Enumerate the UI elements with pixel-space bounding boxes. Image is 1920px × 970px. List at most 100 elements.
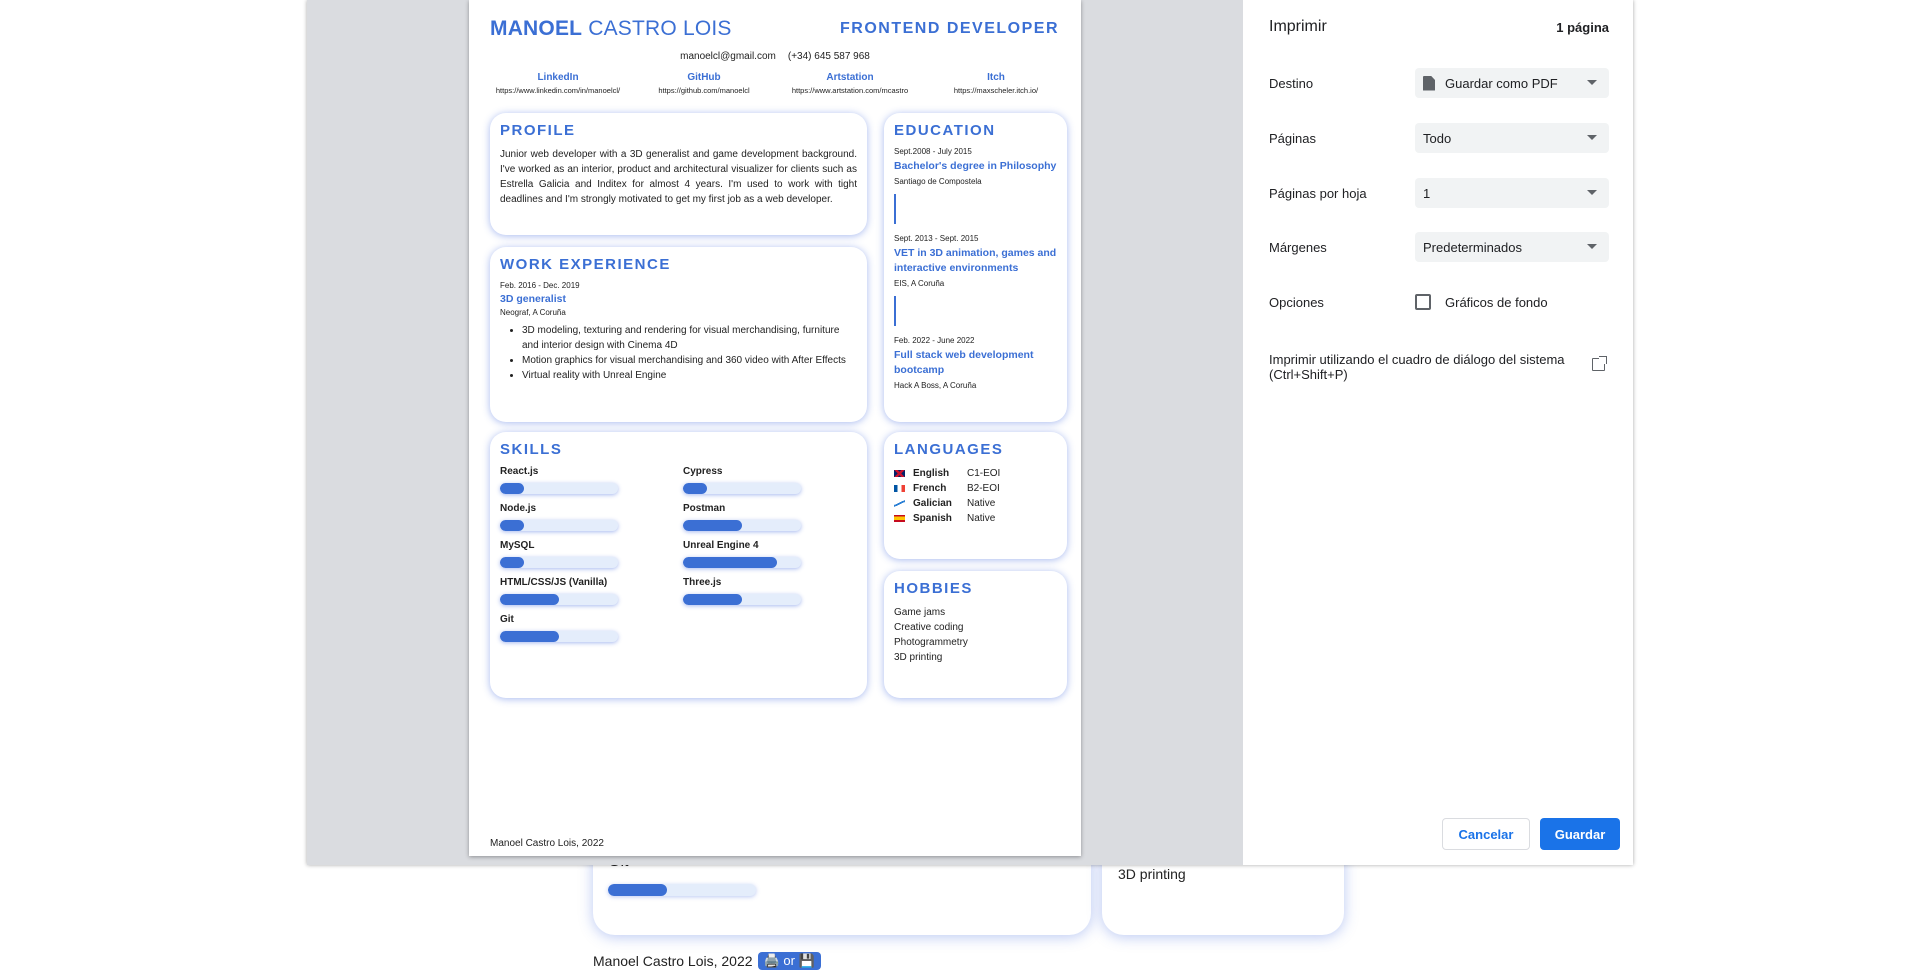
edu-degree: VET in 3D animation, games and interacti… <box>894 247 1057 274</box>
resume-links: LinkedIn https://www.linkedin.com/in/mano… <box>488 72 1066 95</box>
resume-email: manoelcl@gmail.com <box>680 51 776 62</box>
system-dialog-link[interactable]: Imprimir utilizando el cuadro de diálogo… <box>1269 352 1609 382</box>
pages-select[interactable]: Todo <box>1415 123 1609 153</box>
cancel-button[interactable]: Cancelar <box>1442 818 1530 850</box>
margins-select[interactable]: Predeterminados <box>1415 232 1609 262</box>
galicia-flag-icon <box>894 500 905 507</box>
link-itch: Itch https://maxscheler.itch.io/ <box>926 72 1066 95</box>
language-name: Galician <box>913 498 952 509</box>
work-company: Neograf, A Coruña <box>500 308 566 317</box>
link-name: Itch <box>987 72 1005 83</box>
pages-row: Páginas Todo <box>1269 123 1609 153</box>
print-title: Imprimir <box>1269 18 1327 35</box>
pages-value: Todo <box>1423 130 1452 146</box>
options-label: Opciones <box>1269 294 1324 310</box>
resume-role: FRONTEND DEVELOPER <box>839 20 1059 37</box>
margins-label: Márgenes <box>1269 239 1327 255</box>
skill-item: HTML/CSS/JS (Vanilla) <box>500 577 683 605</box>
edu-degree: Full stack web development bootcamp <box>894 349 1034 376</box>
skill-name: Node.js <box>500 503 537 514</box>
caret-down-icon <box>1587 80 1597 85</box>
resume-phone: (+34) 645 587 968 <box>787 51 870 62</box>
edu-place: Santiago de Compostela <box>894 177 982 186</box>
profile-text: Junior web developer with a 3D generalis… <box>500 149 857 205</box>
options-row: Opciones Gráficos de fondo <box>1269 287 1609 317</box>
link-url: https://github.com/manoelcl <box>658 86 750 95</box>
profile-card: PROFILE Junior web developer with a 3D g… <box>490 113 867 235</box>
timeline-divider <box>894 296 896 326</box>
edu-degree: Bachelor's degree in Philosophy <box>894 160 1057 172</box>
link-url: https://www.linkedin.com/in/manoelcl/ <box>495 86 621 95</box>
margins-value: Predeterminados <box>1423 239 1522 255</box>
skill-bar-fill <box>500 594 559 605</box>
pages-per-sheet-select[interactable]: 1 <box>1415 178 1609 208</box>
language-level: B2-EOI <box>967 483 1000 494</box>
language-name: English <box>913 468 950 479</box>
bg-footer-text: Manoel Castro Lois, 2022 <box>593 953 753 969</box>
skill-item: Unreal Engine 4 <box>683 540 866 568</box>
skill-bar-fill <box>683 594 742 605</box>
work-experience-card: WORK EXPERIENCE Feb. 2016 - Dec. 2019 3D… <box>490 247 867 422</box>
bg-footer: Manoel Castro Lois, 2022 🖨️ or 💾 <box>593 952 821 970</box>
skill-item: Postman <box>683 503 866 531</box>
language-row: French B2-EOI <box>894 481 1057 496</box>
link-url: https://www.artstation.com/mcastro <box>791 86 909 95</box>
skill-bar-fill <box>500 520 524 531</box>
section-title: SKILLS <box>500 441 563 458</box>
resume-name: MANOEL CASTRO LOIS <box>490 17 732 41</box>
print-save-pill[interactable]: 🖨️ or 💾 <box>757 952 821 970</box>
section-title: HOBBIES <box>894 580 973 597</box>
skill-name: Postman <box>683 503 726 514</box>
skill-item: Three.js <box>683 577 866 605</box>
margins-row: Márgenes Predeterminados <box>1269 232 1609 262</box>
destination-row: Destino Guardar como PDF <box>1269 68 1609 98</box>
skill-item: Node.js <box>500 503 683 531</box>
background-graphics-checkbox[interactable] <box>1415 294 1431 310</box>
document-icon <box>1423 75 1435 91</box>
background-graphics-option: Gráficos de fondo <box>1415 294 1548 310</box>
caret-down-icon <box>1587 244 1597 249</box>
work-date: Feb. 2016 - Dec. 2019 <box>500 281 580 290</box>
resume-footer: Manoel Castro Lois, 2022 <box>490 838 604 849</box>
skill-name: Three.js <box>683 577 722 588</box>
language-level: Native <box>967 513 996 524</box>
skill-bar-fill <box>500 483 524 494</box>
skill-bar <box>500 557 618 568</box>
skill-bar <box>683 557 801 568</box>
save-button[interactable]: Guardar <box>1540 818 1620 850</box>
caret-down-icon <box>1587 135 1597 140</box>
list-item: 3D modeling, texturing and rendering for… <box>522 323 857 353</box>
skill-bar-fill <box>683 520 742 531</box>
language-row: Spanish Native <box>894 511 1057 526</box>
skill-item: Git <box>500 614 683 642</box>
section-title: WORK EXPERIENCE <box>500 256 671 273</box>
language-row: English C1-EOI <box>894 466 1057 481</box>
spain-flag-icon <box>894 515 905 522</box>
work-position: 3D generalist <box>500 293 566 305</box>
skill-item: Cypress <box>683 466 866 494</box>
skill-item: MySQL <box>500 540 683 568</box>
language-name: Spanish <box>913 513 952 524</box>
link-url: https://maxscheler.itch.io/ <box>953 86 1039 95</box>
system-dialog-text: Imprimir utilizando el cuadro de diálogo… <box>1269 352 1565 382</box>
section-title: PROFILE <box>500 122 576 139</box>
skill-name: React.js <box>500 466 539 477</box>
education-item: Sept. 2013 - Sept. 2015 VET in 3D animat… <box>894 234 1057 288</box>
link-name: LinkedIn <box>537 72 579 83</box>
skill-bar-fill <box>500 631 559 642</box>
resume-last-name: CASTRO LOIS <box>582 17 732 40</box>
education-item: Sept.2008 - July 2015 Bachelor's degree … <box>894 147 1057 186</box>
language-level: Native <box>967 498 996 509</box>
destination-select[interactable]: Guardar como PDF <box>1415 68 1609 98</box>
print-dialog: MANOEL CASTRO LOIS FRONTEND DEVELOPER ma… <box>307 0 1633 865</box>
section-title: EDUCATION <box>894 122 996 139</box>
open-in-new-icon <box>1592 356 1607 371</box>
education-item: Feb. 2022 - June 2022 Full stack web dev… <box>894 336 1057 390</box>
hobby-item: Creative coding <box>894 622 964 633</box>
hobby-item: Game jams <box>894 607 946 618</box>
france-flag-icon <box>894 485 905 492</box>
skill-bar <box>683 520 801 531</box>
hobbies-card: HOBBIES Game jams Creative coding Photog… <box>884 571 1067 698</box>
link-name: GitHub <box>687 72 721 83</box>
skill-bar <box>500 631 618 642</box>
